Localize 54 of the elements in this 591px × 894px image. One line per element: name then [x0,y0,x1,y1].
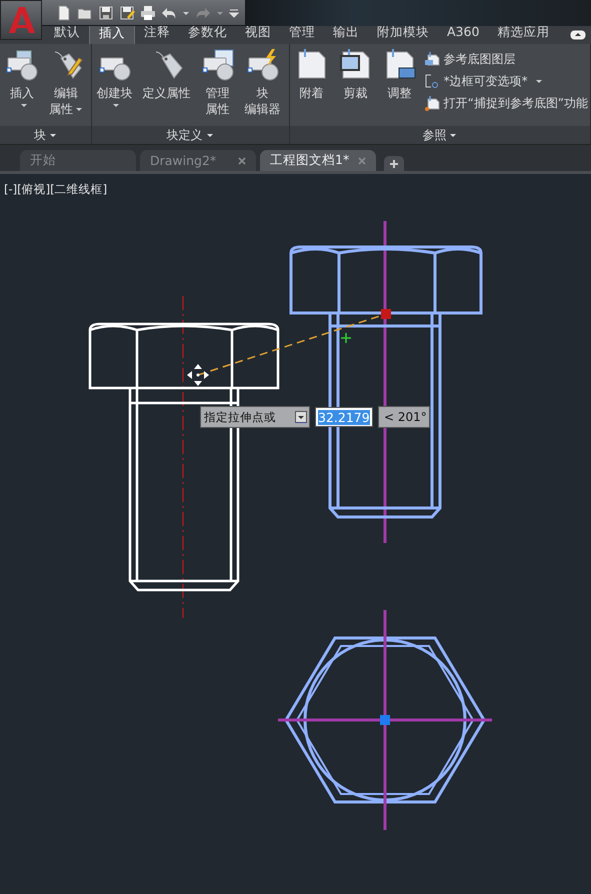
ribbon-button[interactable]: 附着 [292,48,332,126]
save-as-icon[interactable] [119,4,135,20]
save-icon[interactable] [98,4,114,20]
ribbon-tab[interactable]: 附加模块 [368,23,438,44]
ribbon-tab[interactable]: 参数化 [179,23,236,44]
frame-icon [424,73,440,89]
ribbon-button[interactable]: 管理 属性 [198,48,238,126]
ribbon-tab[interactable]: A360 [438,23,488,44]
new-tab-button[interactable] [384,156,404,171]
document-icon [424,95,440,111]
ribbon-tab[interactable]: 输出 [324,23,368,44]
block-icon [5,48,39,82]
print-icon[interactable] [140,4,156,20]
grip-handle[interactable] [381,309,391,319]
caret-icon [112,101,120,109]
close-icon[interactable] [238,156,246,164]
ribbon-tab[interactable]: 视图 [236,23,280,44]
ribbon-button[interactable]: 插入 [2,48,42,126]
document-tab[interactable]: 工程图文档1* [260,150,376,171]
ribbon-tab[interactable]: 精选应用 [488,23,558,44]
angle-readout: < 201° [378,406,430,428]
plus-icon [389,158,399,168]
ribbon-tab[interactable]: 管理 [280,23,324,44]
application-menu-button[interactable] [0,0,42,40]
ribbon-button[interactable]: 编辑 属性 [46,48,86,126]
ribbon-tab[interactable]: 注释 [135,23,179,44]
prompt-text: 指定拉伸点或 [204,410,276,424]
viewport-label[interactable]: [-][俯视][二维线框] [4,182,108,197]
panel-title-button[interactable]: 块定义 [92,126,289,144]
caret-icon [206,131,214,139]
panel-title-button[interactable]: 块 [0,126,91,144]
ribbon-button[interactable]: *边框可变选项* [424,72,588,90]
caret-icon [534,77,543,85]
ribbon-button[interactable]: 调整 [380,48,420,126]
ribbon-button[interactable]: 参考底图图层 [424,50,588,68]
caret-icon [20,101,28,109]
document-icon [424,51,440,67]
caret-icon [449,131,458,139]
new-file-icon[interactable] [56,4,72,20]
grip-handle[interactable] [380,715,390,725]
block-icon [246,48,280,82]
ribbon-button[interactable]: 打开“捕捉到参考底图”功能 [424,94,588,112]
panel-title-button[interactable]: 参照 [290,126,590,144]
minimize-ribbon-icon[interactable] [570,30,586,40]
ribbon-button[interactable]: 定义属性 [140,48,194,126]
snap-marker-icon [340,332,352,344]
block-icon [200,48,235,82]
ribbon-button[interactable]: 剪裁 [336,48,376,126]
caret-icon [75,105,83,113]
caret-icon [48,131,57,139]
ribbon-tab[interactable]: 默认 [45,23,89,44]
ribbon-button[interactable]: 块 编辑器 [242,48,284,126]
move-cursor-icon [187,364,209,386]
ribbon-button[interactable]: 创建块 [94,48,136,126]
